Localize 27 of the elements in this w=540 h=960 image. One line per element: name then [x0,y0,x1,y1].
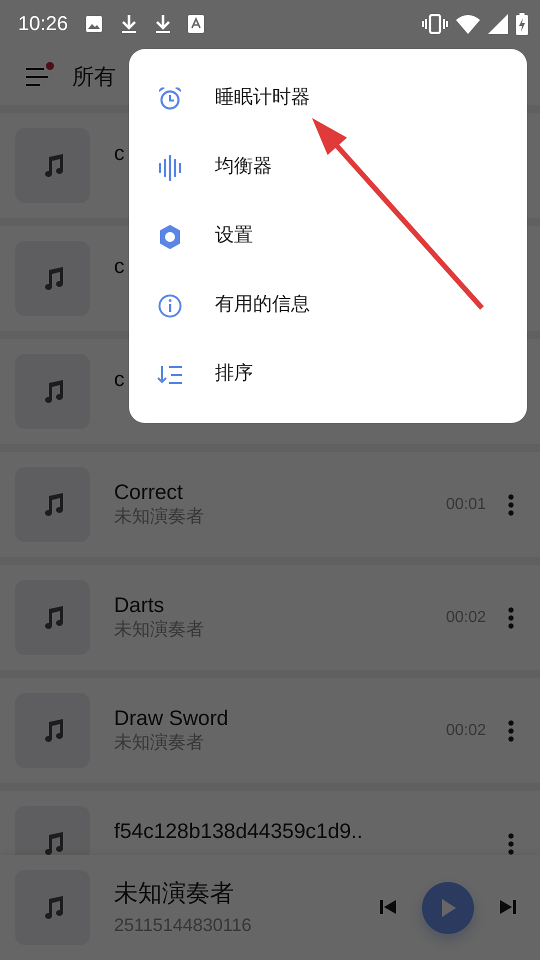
signal-icon [488,14,508,34]
image-icon [84,14,104,34]
now-playing-title: 未知演奏者 [114,879,235,909]
song-title: Draw Sword [114,706,228,732]
song-title: c [114,367,124,392]
song-title: Darts [114,593,164,618]
vibrate-icon [422,14,448,34]
song-title: c [114,254,124,280]
menu-item[interactable]: 有用的信息 [129,271,527,340]
menu-item[interactable]: 睡眠计时器 [129,64,527,133]
menu-item[interactable]: 均衡器 [129,133,527,202]
settings-icon [157,224,183,250]
song-title: f54c128b138d44359c1d9.. [114,819,363,844]
play-button[interactable] [422,882,474,934]
menu-item[interactable]: 排序 [129,340,527,409]
song-title: Correct [114,480,183,506]
screen-title: 所有 [72,63,116,91]
download-icon [120,13,138,35]
battery-charging-icon [516,13,528,35]
download-icon [154,13,172,35]
sound-wave-icon [157,154,183,180]
wifi-icon [456,14,480,34]
clock-time: 10:26 [18,12,68,37]
info-icon [157,292,183,318]
song-title: c [114,141,124,166]
alarm-icon [157,86,183,112]
font-icon [188,15,204,33]
